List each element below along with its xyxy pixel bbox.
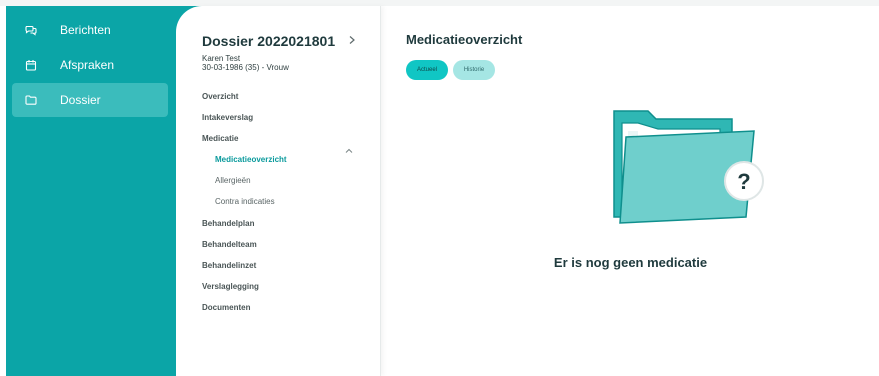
menu-item-documenten[interactable]: Documenten [202, 303, 250, 312]
submenu-item-contra-indicaties[interactable]: Contra indicaties [215, 197, 275, 206]
empty-folder-illustration: ? [608, 105, 768, 235]
menu-item-intakeverslag[interactable]: Intakeverslag [202, 113, 253, 122]
submenu-item-medicatieoverzicht[interactable]: Medicatieoverzicht [215, 155, 287, 164]
question-mark-icon: ? [724, 161, 764, 201]
tab-actueel[interactable]: Actueel [406, 60, 448, 80]
sidebar-item-dossier[interactable]: Dossier [12, 83, 168, 117]
dossier-panel: Dossier 2022021801 Karen Test 30-03-1986… [176, 6, 381, 376]
main-content: Medicatieoverzicht Actueel Historie ? Er… [382, 6, 879, 376]
menu-item-behandelplan[interactable]: Behandelplan [202, 219, 254, 228]
sidebar-item-label: Berichten [60, 23, 111, 37]
menu-item-verslaglegging[interactable]: Verslaglegging [202, 282, 259, 291]
tab-historie[interactable]: Historie [453, 60, 495, 80]
chevron-right-icon[interactable] [346, 33, 358, 47]
sidebar-item-label: Dossier [60, 93, 101, 107]
sidebar-item-label: Afspraken [60, 58, 115, 72]
menu-item-behandelinzet[interactable]: Behandelinzet [202, 261, 256, 270]
menu-item-medicatie[interactable]: Medicatie [202, 134, 238, 143]
svg-text:?: ? [737, 169, 750, 194]
patient-info: 30-03-1986 (35) - Vrouw [202, 63, 289, 72]
chat-icon [25, 24, 37, 36]
chevron-up-icon[interactable] [344, 141, 354, 153]
submenu-item-allergieen[interactable]: Allergieën [215, 176, 251, 185]
menu-item-overzicht[interactable]: Overzicht [202, 92, 238, 101]
sidebar-item-afspraken[interactable]: Afspraken [12, 48, 168, 82]
sidebar-item-berichten[interactable]: Berichten [12, 13, 168, 47]
patient-name: Karen Test [202, 54, 241, 63]
folder-icon [25, 94, 37, 106]
calendar-icon [25, 59, 37, 71]
menu-item-behandelteam[interactable]: Behandelteam [202, 240, 257, 249]
dossier-title: Dossier 2022021801 [202, 33, 336, 49]
empty-state-message: Er is nog geen medicatie [553, 255, 708, 270]
page-title: Medicatieoverzicht [406, 32, 523, 47]
